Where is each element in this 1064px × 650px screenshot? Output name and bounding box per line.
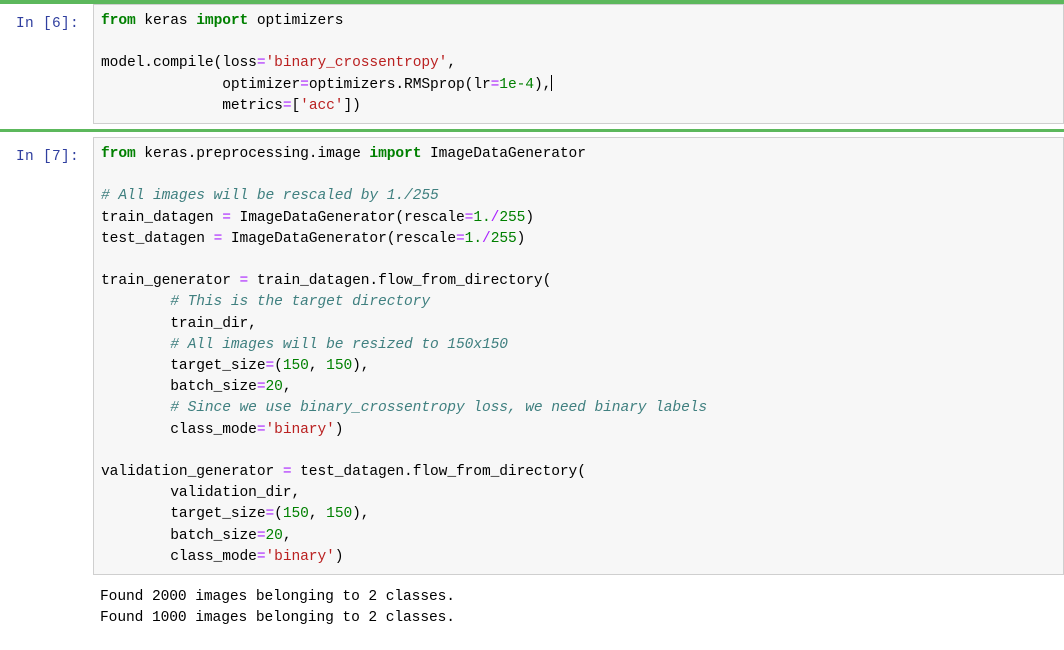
token-number-150: 150 [326, 358, 353, 375]
code-source-6[interactable]: from keras import optimizers model.compi… [101, 11, 1059, 117]
token-operator-div: / [482, 230, 491, 247]
token-target-size-arg: target_size [101, 358, 266, 375]
token-string-acc: 'acc' [300, 97, 344, 114]
token-name-optimizers: optimizers [248, 13, 344, 29]
token-number-dot: . [482, 209, 491, 226]
output-line-1: Found 2000 images belonging to 2 classes… [100, 589, 455, 606]
token-number-20: 20 [265, 379, 283, 396]
token-string-binary: 'binary' [265, 421, 335, 438]
token-paren-close: ) [334, 421, 344, 438]
token-idg-call: ImageDataGenerator(rescale [222, 230, 456, 247]
token-string-loss: 'binary_crossentropy' [265, 55, 448, 72]
token-paren-close: ), [352, 358, 370, 375]
token-name-imagedatagenerator: ImageDataGenerator [421, 146, 586, 163]
token-test-datagen: test_datagen [101, 230, 214, 247]
output-stream-7: Found 2000 images belonging to 2 classes… [93, 583, 1064, 634]
token-bracket-close: ]) [343, 97, 361, 114]
token-optimizer-arg: optimizer [101, 76, 301, 93]
token-operator-eq: = [256, 548, 266, 565]
token-comment-binary-labels: # Since we use binary_crossentropy loss,… [101, 400, 708, 417]
token-close-paren: ), [533, 76, 552, 93]
token-metrics-arg: metrics [101, 97, 283, 114]
token-flow-from-directory: train_datagen.flow_from_directory( [248, 273, 552, 290]
token-keyword-import: import [196, 13, 249, 29]
token-number-dot: . [473, 230, 483, 247]
token-number-one: 1 [473, 209, 482, 226]
code-source-7[interactable]: from keras.preprocessing.image import Im… [101, 144, 1059, 568]
token-train-dir: train_dir, [101, 315, 257, 332]
token-operator-eq: = [256, 527, 266, 544]
token-operator-eq: = [213, 230, 223, 247]
token-operator-eq: = [256, 379, 266, 396]
token-batch-size-arg: batch_size [101, 527, 257, 544]
token-rmsprop-call: optimizers.RMSprop(lr [308, 76, 491, 93]
code-editor-6[interactable]: from keras import optimizers model.compi… [93, 4, 1064, 125]
token-number-lr: 1e-4 [499, 76, 534, 93]
token-comma: , [282, 527, 292, 544]
token-comma: , [308, 506, 327, 523]
token-comment-target-dir: # This is the target directory [101, 294, 430, 311]
token-comma: , [447, 55, 456, 72]
token-keyword-from: from [101, 146, 136, 163]
output-area-7: Found 2000 images belonging to 2 classes… [0, 583, 1064, 634]
token-operator-eq: = [256, 421, 266, 438]
token-operator-eq: = [265, 506, 275, 523]
token-module-keras: keras [135, 13, 197, 29]
token-class-mode-arg: class_mode [101, 548, 257, 565]
token-model-compile: model.compile(loss [101, 55, 257, 72]
token-number-150: 150 [282, 506, 309, 523]
token-number-150: 150 [282, 358, 309, 375]
text-cursor [551, 74, 553, 91]
input-prompt-7: In [7]: [16, 149, 80, 166]
code-cell-6[interactable]: In [6]: from keras import optimizers mod… [0, 4, 1064, 125]
token-comment-rescale: # All images will be rescaled by 1./255 [101, 188, 439, 205]
token-comma: , [308, 358, 327, 375]
notebook-container: In [6]: from keras import optimizers mod… [0, 0, 1064, 650]
output-gap [0, 575, 1064, 583]
token-paren-open: ( [274, 358, 283, 375]
token-close-paren: ) [525, 209, 534, 226]
token-paren-close: ) [334, 548, 344, 565]
token-operator-eq: = [239, 273, 249, 290]
token-validation-dir: validation_dir, [101, 485, 301, 502]
token-string-binary: 'binary' [265, 548, 335, 565]
token-paren-close: ), [352, 506, 370, 523]
token-paren-open: ( [274, 506, 283, 523]
token-number-255: 255 [499, 209, 526, 226]
token-comma: , [282, 379, 292, 396]
token-target-size-arg: target_size [101, 506, 266, 523]
token-number-255: 255 [490, 230, 517, 247]
token-operator-eq: = [265, 358, 275, 375]
token-number-150: 150 [326, 506, 353, 523]
token-batch-size-arg: batch_size [101, 379, 257, 396]
input-prompt-6: In [6]: [16, 16, 80, 32]
token-bracket-open: [ [291, 97, 301, 114]
token-operator-eq: = [456, 230, 465, 247]
token-train-generator: train_generator [101, 273, 240, 290]
token-operator-eq: = [300, 76, 309, 93]
token-operator-eq: = [222, 209, 231, 226]
token-comment-resize: # All images will be resized to 150x150 [101, 336, 508, 353]
output-prompt-7 [0, 583, 93, 595]
token-class-mode-arg: class_mode [101, 421, 257, 438]
code-cell-7[interactable]: In [7]: from keras.preprocessing.image i… [0, 137, 1064, 576]
token-number-20: 20 [265, 527, 283, 544]
token-flow-from-directory: test_datagen.flow_from_directory( [291, 464, 586, 481]
code-editor-7[interactable]: from keras.preprocessing.image import Im… [93, 137, 1064, 576]
token-operator-eq: = [256, 55, 266, 72]
token-keyword-from: from [101, 13, 136, 29]
output-line-2: Found 1000 images belonging to 2 classes… [100, 610, 455, 627]
token-train-datagen: train_datagen [101, 209, 223, 226]
token-keyword-import: import [369, 146, 422, 163]
token-idg-call: ImageDataGenerator(rescale [230, 209, 465, 226]
token-operator-eq: = [490, 76, 500, 93]
token-validation-generator: validation_generator [101, 464, 283, 481]
token-module-path: keras.preprocessing.image [135, 146, 370, 163]
token-close-paren: ) [516, 230, 526, 247]
